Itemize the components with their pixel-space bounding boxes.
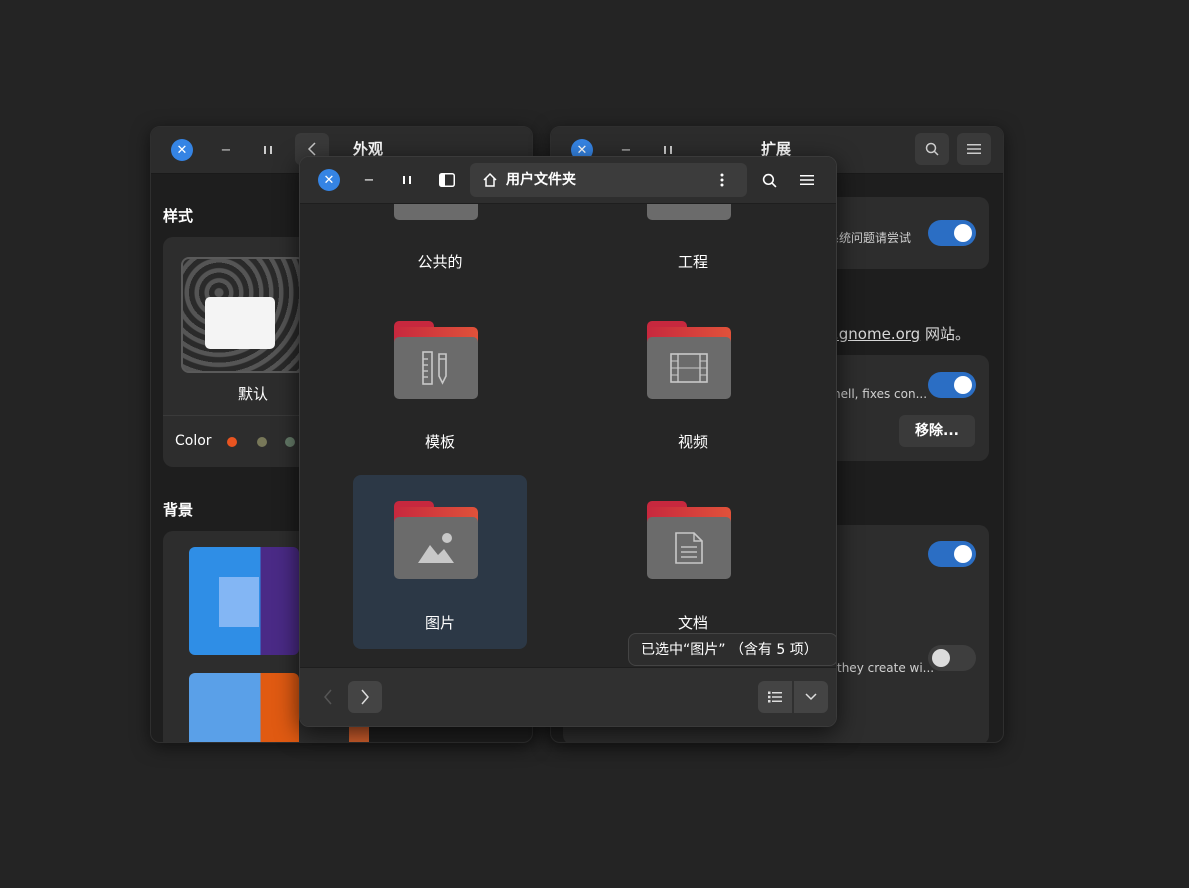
close-icon[interactable]: ✕ xyxy=(318,169,340,191)
file-manager-footer xyxy=(300,667,836,726)
minimize-icon[interactable]: − xyxy=(358,169,380,191)
folder-label: 文档 xyxy=(677,614,708,632)
folder-label: 模板 xyxy=(424,433,455,451)
menu-button[interactable] xyxy=(796,169,818,191)
row3-toggle[interactable] xyxy=(928,541,976,567)
minimize-icon[interactable]: − xyxy=(215,139,237,161)
row4-toggle[interactable] xyxy=(928,645,976,671)
folder-label: 图片 xyxy=(424,614,455,632)
wallpaper-shape xyxy=(219,577,259,627)
hamburger-icon xyxy=(800,175,814,185)
window-preview-icon xyxy=(205,297,275,349)
color-dot-sage[interactable] xyxy=(285,437,295,447)
folder-videos[interactable] xyxy=(647,321,733,401)
close-icon[interactable]: ✕ xyxy=(171,139,193,161)
folder-documents[interactable] xyxy=(647,501,733,581)
folder-label: 工程 xyxy=(677,253,708,271)
background-section-title: 背景 xyxy=(163,501,194,519)
folder-projects[interactable] xyxy=(647,204,733,222)
chevron-down-icon xyxy=(805,693,817,701)
selection-status: 已选中“图片” （含有 5 项） xyxy=(628,633,836,666)
hamburger-icon xyxy=(967,144,981,154)
folder-icon xyxy=(394,204,478,220)
folder-label: 视频 xyxy=(677,433,708,451)
template-icon xyxy=(394,337,478,399)
folder-templates[interactable] xyxy=(394,321,480,401)
style-section-title: 样式 xyxy=(163,207,194,225)
color-label: Color xyxy=(175,433,212,449)
path-bar[interactable]: 用户文件夹 xyxy=(470,163,747,197)
view-options-button[interactable] xyxy=(794,681,828,713)
document-icon xyxy=(647,517,731,579)
maximize-icon[interactable] xyxy=(257,139,279,161)
remove-button[interactable]: 移除... xyxy=(899,415,975,447)
back-button[interactable] xyxy=(312,681,344,713)
color-dot-orange[interactable] xyxy=(227,437,237,447)
search-button[interactable] xyxy=(915,133,949,165)
search-icon xyxy=(925,142,939,156)
chevron-left-icon xyxy=(324,689,332,705)
menu-button[interactable] xyxy=(957,133,991,165)
row4-description: they create wi... xyxy=(837,661,935,675)
folder-label: 公共的 xyxy=(417,253,463,271)
maximize-icon[interactable] xyxy=(396,169,418,191)
picture-icon xyxy=(394,517,478,579)
row2-toggle[interactable] xyxy=(928,372,976,398)
chevron-left-icon xyxy=(307,142,316,156)
folder-icon xyxy=(647,204,731,220)
folder-pictures[interactable] xyxy=(394,501,480,581)
gnome-link[interactable]: .gnome.org xyxy=(834,325,920,343)
color-dot-olive[interactable] xyxy=(257,437,267,447)
wallpaper-thumb-2[interactable] xyxy=(189,673,299,742)
file-manager-header: ✕ − 用户文件夹 xyxy=(300,157,836,204)
file-manager-window: ✕ − 用户文件夹 公共的 工程 模板 视频 图片 文档 已选中“图片” （含有… xyxy=(299,156,837,727)
list-view-button[interactable] xyxy=(758,681,792,713)
row2-description: hell, fixes con... xyxy=(833,387,928,401)
video-icon xyxy=(647,337,731,399)
home-icon xyxy=(483,172,497,187)
list-view-icon xyxy=(768,691,782,703)
search-button[interactable] xyxy=(758,169,780,191)
path-label: 用户文件夹 xyxy=(506,172,576,188)
row1-description: 系统问题请尝试 xyxy=(827,231,912,245)
sidebar-icon xyxy=(439,173,455,187)
sidebar-toggle-button[interactable] xyxy=(436,169,458,191)
search-icon xyxy=(762,173,776,187)
style-preview-default[interactable] xyxy=(181,257,305,373)
forward-button[interactable] xyxy=(348,681,382,713)
more-options-icon[interactable] xyxy=(720,173,724,187)
row1-toggle[interactable] xyxy=(928,220,976,246)
files-grid: 公共的 工程 模板 视频 图片 文档 xyxy=(300,204,836,667)
chevron-right-icon xyxy=(361,689,369,705)
wallpaper-thumb-1[interactable] xyxy=(189,547,299,655)
info-text: .gnome.org 网站。 xyxy=(834,325,970,343)
folder-public[interactable] xyxy=(394,204,480,222)
